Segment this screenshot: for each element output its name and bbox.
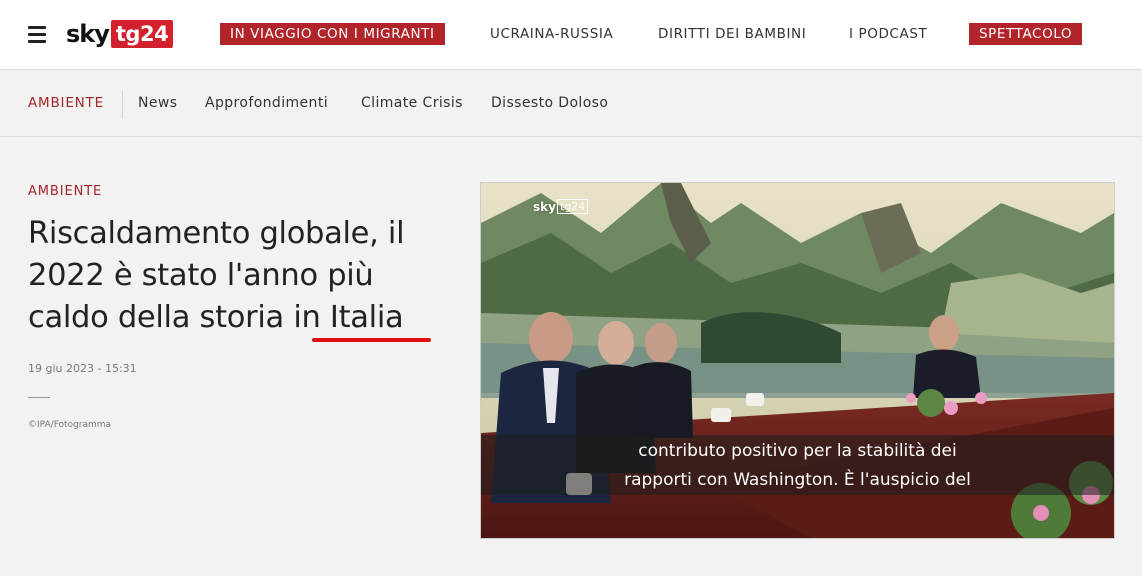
highlight-underline [312, 338, 431, 342]
article-headline: Riscaldamento globale, il 2022 è stato l… [28, 213, 458, 339]
subnav-section-ambiente[interactable]: AMBIENTE [28, 95, 104, 111]
nav-item-spettacolo[interactable]: SPETTACOLO [969, 23, 1083, 45]
section-subnavigation: AMBIENTE News Approfondimenti Climate Cr… [0, 71, 1142, 137]
menu-icon[interactable] [28, 26, 46, 43]
headline-line-2: 2022 è stato l'anno più [28, 258, 374, 293]
watermark-sky: sky [533, 199, 556, 214]
subnav-item-dissesto-doloso[interactable]: Dissesto Doloso [491, 95, 608, 111]
article-date: 19 giu 2023 - 15:31 [28, 362, 137, 375]
nav-item-diritti-dei-bambini[interactable]: DIRITTI DEI BAMBINI [658, 23, 806, 45]
logo-sky-text: sky [66, 20, 110, 48]
divider-dash [28, 397, 50, 398]
headline-line-3a: caldo della storia [28, 300, 294, 335]
subtitle-line-1: contributo positivo per la stabilità dei [638, 441, 957, 461]
nav-item-in-viaggio-con-i-migranti[interactable]: IN VIAGGIO CON I MIGRANTI [220, 23, 445, 45]
top-navigation-bar: sky tg24 IN VIAGGIO CON I MIGRANTI UCRAI… [0, 0, 1142, 70]
video-watermark: sky tg24 [533, 199, 589, 214]
subnav-divider [122, 91, 123, 119]
headline-line-3b: in Italia [293, 300, 404, 335]
video-subtitles: contributo positivo per la stabilità dei… [481, 435, 1114, 495]
logo-tg24-text: tg24 [110, 20, 174, 48]
video-player[interactable]: sky tg24 contributo positivo per la stab… [480, 182, 1115, 539]
photo-credit: ©IPA/Fotogramma [28, 420, 112, 430]
watermark-tg24: tg24 [556, 199, 589, 214]
subnav-item-news[interactable]: News [138, 95, 177, 111]
headline-line-1: Riscaldamento globale, il [28, 216, 405, 251]
subtitle-line-2: rapporti con Washington. È l'auspicio de… [624, 470, 971, 490]
nav-item-i-podcast[interactable]: I PODCAST [849, 23, 927, 45]
subnav-item-approfondimenti[interactable]: Approfondimenti [205, 95, 328, 111]
subnav-item-climate-crisis[interactable]: Climate Crisis [361, 95, 463, 111]
nav-item-ucraina-russia[interactable]: UCRAINA-RUSSIA [490, 23, 613, 45]
sky-tg24-logo[interactable]: sky tg24 [66, 19, 174, 49]
article-kicker[interactable]: AMBIENTE [28, 184, 102, 199]
